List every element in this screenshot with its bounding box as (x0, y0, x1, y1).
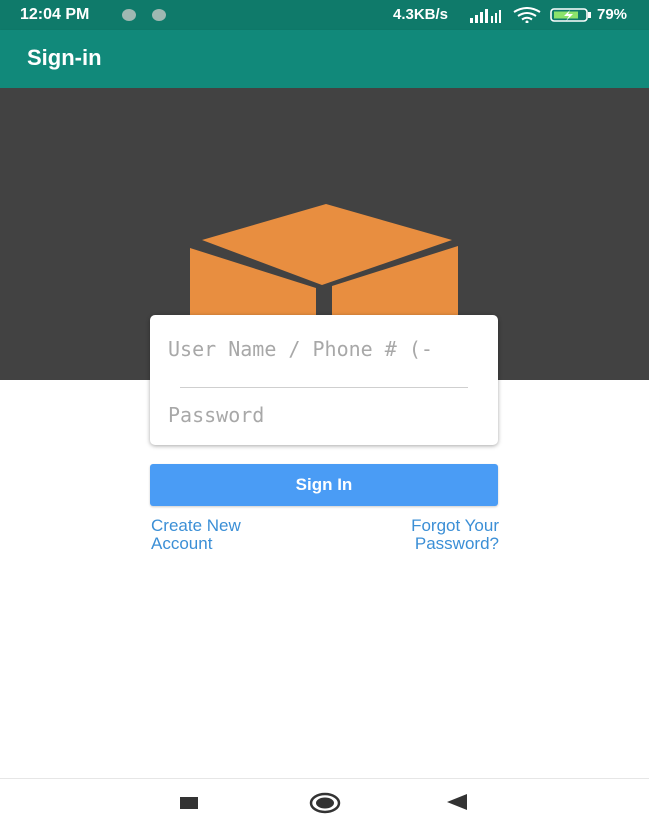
page-title: Sign-in (27, 45, 102, 70)
username-input[interactable]: User Name / Phone # (- (168, 337, 478, 367)
forgot-password-line1: Forgot Your (411, 516, 499, 535)
notification-dot-icon (122, 9, 136, 21)
forgot-password-line2: Password? (414, 534, 499, 553)
app-bar: Sign-in (0, 30, 649, 88)
sign-in-button[interactable]: Sign In (150, 464, 498, 506)
status-bar: 12:04 PM 4.3KB/s 79% (0, 0, 649, 30)
signal-icon (470, 9, 501, 23)
status-time: 12:04 PM (20, 6, 90, 23)
battery-percent: 79% (597, 6, 628, 23)
field-divider (180, 387, 468, 388)
recents-icon[interactable] (180, 797, 198, 809)
create-account-link[interactable]: Create New Account (151, 517, 241, 553)
credentials-card: User Name / Phone # (- Password (150, 315, 498, 445)
create-account-line1: Create New (151, 516, 241, 535)
battery-charging-icon (550, 8, 591, 22)
wifi-icon (513, 7, 541, 23)
home-icon[interactable] (309, 792, 341, 814)
back-icon[interactable] (447, 794, 467, 810)
notification-dot-icon (152, 9, 166, 21)
password-input[interactable]: Password (168, 403, 478, 433)
create-account-line2: Account (151, 534, 213, 553)
network-speed: 4.3KB/s (393, 6, 449, 23)
forgot-password-link[interactable]: Forgot Your Password? (370, 517, 499, 553)
system-nav-bar (0, 778, 649, 828)
